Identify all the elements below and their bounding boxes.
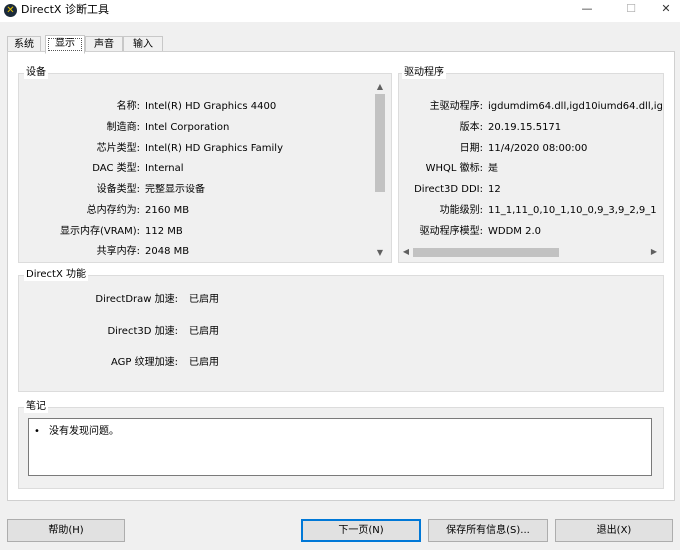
note-bullet: • [34,426,40,437]
manufacturer-value: Intel Corporation [145,122,230,133]
scroll-up-arrow-icon[interactable]: ▲ [374,82,386,92]
vram-label: 显示内存(VRAM): [59,226,140,237]
dac-type-label: DAC 类型: [92,163,140,174]
device-name-value: Intel(R) HD Graphics 4400 [145,101,277,112]
driver-scroll-thumb[interactable] [413,248,559,257]
main-driver-value: igdumdim64.dll,igd10iumd64.dll,igd1 [488,101,662,112]
ddi-label: Direct3D DDI: [414,184,483,195]
shared-memory-label: 共享内存: [96,246,140,257]
close-button[interactable]: ✕ [646,0,680,22]
shared-memory-value: 2048 MB [145,246,190,257]
help-button[interactable]: 帮助(H) [7,519,125,542]
notes-title: 笔记 [24,401,48,413]
tab-display[interactable]: 显示 [45,35,85,54]
driver-model-label: 驱动程序模型: [419,226,483,237]
agp-label: AGP 纹理加速: [111,357,178,368]
device-group-title: 设备 [24,67,48,79]
title-bar: ✕ DirectX 诊断工具 — ☐ ✕ [0,0,680,22]
whql-value: 是 [488,163,498,174]
chip-type-value: Intel(R) HD Graphics Family [145,143,283,154]
directx-app-icon: ✕ [4,4,17,17]
version-value: 20.19.15.5171 [488,122,562,133]
version-label: 版本: [459,122,483,133]
feature-levels-value: 11_1,11_0,10_1,10_0,9_3,9_2,9_1 [488,205,657,216]
ddi-value: 12 [488,184,501,195]
minimize-button[interactable]: — [567,0,607,22]
save-all-info-button[interactable]: 保存所有信息(S)... [428,519,548,542]
scroll-right-arrow-icon[interactable]: ▶ [648,247,660,257]
vram-value: 112 MB [145,226,183,237]
driver-horizontal-scrollbar[interactable]: ◀ ▶ [399,245,662,259]
note-text: 没有发现问题。 [49,426,119,437]
directx-features-title: DirectX 功能 [24,269,88,281]
driver-group-title: 驱动程序 [402,67,446,79]
direct3d-value: 已启用 [189,326,219,337]
chip-type-label: 芯片类型: [96,143,140,154]
date-value: 11/4/2020 08:00:00 [488,143,588,154]
device-vertical-scrollbar[interactable]: ▲ ▼ [373,80,387,260]
directdraw-label: DirectDraw 加速: [95,294,178,305]
date-label: 日期: [459,143,483,154]
direct3d-label: Direct3D 加速: [107,326,178,337]
driver-model-value: WDDM 2.0 [488,226,541,237]
next-page-button[interactable]: 下一页(N) [301,519,421,542]
agp-value: 已启用 [189,357,219,368]
maximize-button[interactable]: ☐ [611,0,651,22]
scroll-down-arrow-icon[interactable]: ▼ [374,248,386,258]
device-type-value: 完整显示设备 [145,184,205,195]
directdraw-value: 已启用 [189,294,219,305]
total-memory-value: 2160 MB [145,205,190,216]
notes-box[interactable]: • 没有发现问题。 [28,418,652,476]
device-type-label: 设备类型: [96,184,140,195]
device-scroll-thumb[interactable] [375,94,385,192]
whql-label: WHQL 徽标: [425,163,483,174]
window-title: DirectX 诊断工具 [21,3,109,16]
dac-type-value: Internal [145,163,184,174]
device-name-label: 名称: [116,101,140,112]
exit-button[interactable]: 退出(X) [555,519,673,542]
main-driver-label: 主驱动程序: [429,101,483,112]
total-memory-label: 总内存约为: [86,205,140,216]
manufacturer-label: 制造商: [106,122,140,133]
feature-levels-label: 功能级别: [439,205,483,216]
scroll-left-arrow-icon[interactable]: ◀ [400,247,412,257]
